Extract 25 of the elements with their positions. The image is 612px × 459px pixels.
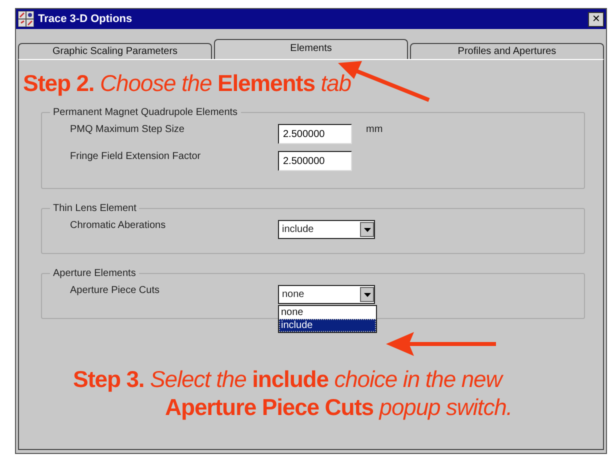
app-icon bbox=[18, 11, 34, 27]
dropdown-option[interactable]: none bbox=[279, 306, 376, 319]
field-label: Fringe Field Extension Factor bbox=[70, 151, 202, 162]
field-label: Chromatic Aberations bbox=[70, 220, 167, 231]
group-title: Permanent Magnet Quadrupole Elements bbox=[52, 107, 239, 118]
dropdown[interactable]: include bbox=[278, 220, 375, 239]
caret-icon bbox=[360, 222, 374, 237]
number-field[interactable]: 2.500000 bbox=[278, 124, 352, 144]
dropdown-option[interactable]: include bbox=[279, 319, 376, 332]
field-label: PMQ Maximum Step Size bbox=[70, 124, 186, 135]
window-title: Trace 3-D Options bbox=[38, 13, 134, 25]
unit-label: mm bbox=[366, 124, 383, 135]
field-label: Aperture Piece Cuts bbox=[70, 285, 160, 296]
caret-icon bbox=[360, 287, 374, 302]
group-title: Aperture Elements bbox=[52, 268, 137, 279]
tab[interactable]: Elements bbox=[214, 39, 408, 59]
step-instruction: Step 3. Select the include choice in the new bbox=[73, 366, 502, 392]
step-instruction: Aperture Piece Cuts popup switch. bbox=[165, 394, 512, 420]
step-instruction: Step 2. Choose the Elements tab bbox=[23, 70, 351, 96]
dropdown[interactable]: none bbox=[278, 285, 375, 304]
tab[interactable]: Profiles and Apertures bbox=[410, 43, 604, 59]
close-button[interactable]: ✕ bbox=[588, 12, 604, 26]
group-title: Thin Lens Element bbox=[52, 203, 138, 214]
tab[interactable]: Graphic Scaling Parameters bbox=[18, 43, 212, 59]
number-field[interactable]: 2.500000 bbox=[278, 151, 352, 171]
